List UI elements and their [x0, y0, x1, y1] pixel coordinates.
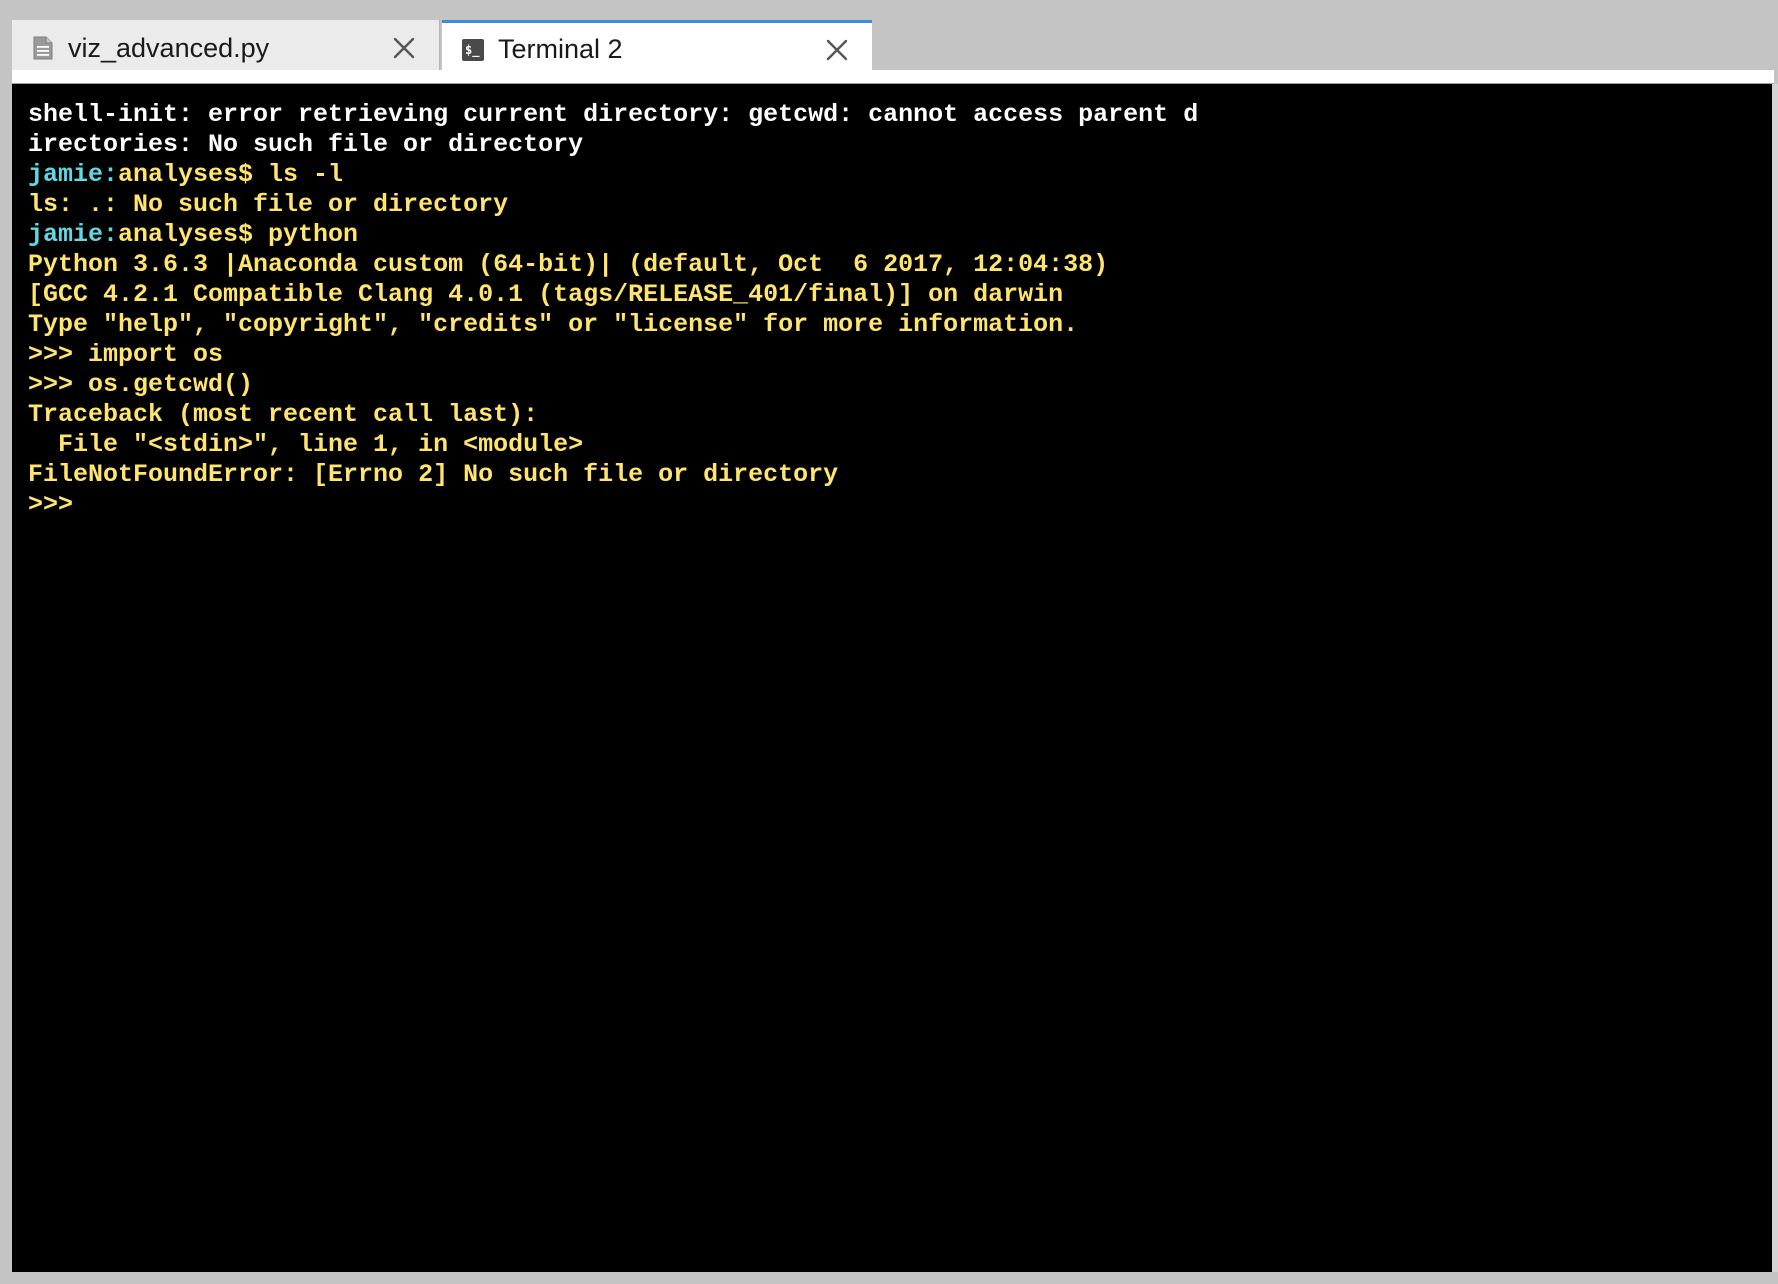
prompt-user: jamie: [28, 160, 119, 189]
terminal-text: irectories: No such file or directory [28, 130, 584, 159]
terminal-line: irectories: No such file or directory [28, 130, 1772, 160]
window-bottom-border [0, 1272, 1778, 1284]
terminal-line: [GCC 4.2.1 Compatible Clang 4.0.1 (tags/… [28, 280, 1772, 310]
terminal-text: analyses$ python [118, 220, 359, 249]
svg-text:$_: $_ [465, 43, 480, 58]
terminal-line: Python 3.6.3 |Anaconda custom (64-bit)| … [28, 250, 1772, 280]
terminal-line: >>> [28, 490, 1772, 520]
scrollbar-track[interactable] [1772, 84, 1778, 1272]
terminal-text: >>> [28, 490, 89, 519]
tab-label: viz_advanced.py [68, 32, 270, 63]
terminal-output[interactable]: shell-init: error retrieving current dir… [12, 84, 1772, 1272]
terminal-text: Type "help", "copyright", "credits" or "… [28, 310, 1079, 339]
tab-underline [12, 70, 1774, 84]
terminal-line: File "<stdin>", line 1, in <module> [28, 430, 1772, 460]
tab-viz-advanced[interactable]: viz_advanced.py [12, 20, 440, 76]
terminal-line: ls: .: No such file or directory [28, 190, 1772, 220]
tab-terminal-2[interactable]: $_ Terminal 2 [442, 20, 872, 76]
app-window: viz_advanced.py $_ Terminal 2 shell-init… [0, 0, 1778, 1284]
terminal-text: Traceback (most recent call last): [28, 400, 539, 429]
tab-bar: viz_advanced.py $_ Terminal 2 [12, 6, 1774, 76]
terminal-text: [GCC 4.2.1 Compatible Clang 4.0.1 (tags/… [28, 280, 1064, 309]
terminal-line: shell-init: error retrieving current dir… [28, 100, 1772, 130]
prompt-user: jamie: [28, 220, 119, 249]
close-icon[interactable] [391, 35, 417, 61]
terminal-line: jamie:analyses$ python [28, 220, 1772, 250]
close-icon[interactable] [824, 37, 850, 63]
file-icon [30, 35, 56, 61]
terminal-text: ls: .: No such file or directory [28, 190, 509, 219]
terminal-line: Type "help", "copyright", "credits" or "… [28, 310, 1772, 340]
terminal-text: >>> os.getcwd() [28, 370, 254, 399]
terminal-line: >>> os.getcwd() [28, 370, 1772, 400]
terminal-line: jamie:analyses$ ls -l [28, 160, 1772, 190]
terminal-icon: $_ [460, 37, 486, 63]
terminal-text: analyses$ ls -l [118, 160, 344, 189]
terminal-text: shell-init: error retrieving current dir… [28, 100, 1199, 129]
terminal-line: >>> import os [28, 340, 1772, 370]
terminal-text: >>> import os [28, 340, 224, 369]
terminal-line: FileNotFoundError: [Errno 2] No such fil… [28, 460, 1772, 490]
terminal-line: Traceback (most recent call last): [28, 400, 1772, 430]
terminal-text: FileNotFoundError: [Errno 2] No such fil… [28, 460, 839, 489]
tab-label: Terminal 2 [498, 34, 623, 64]
terminal-text: File "<stdin>", line 1, in <module> [28, 430, 584, 459]
terminal-text: Python 3.6.3 |Anaconda custom (64-bit)| … [28, 250, 1109, 279]
